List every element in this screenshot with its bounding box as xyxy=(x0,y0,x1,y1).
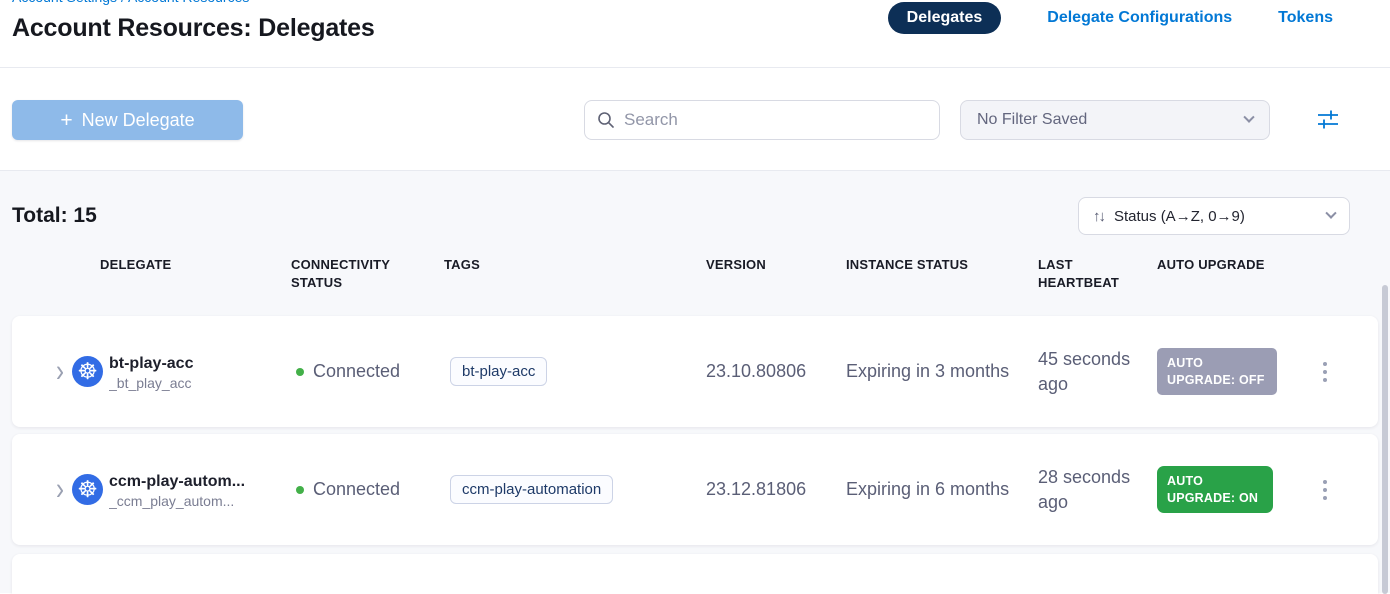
delegate-name[interactable]: bt-play-acc xyxy=(109,355,193,372)
saved-filter-dropdown[interactable]: No Filter Saved xyxy=(960,100,1270,140)
connectivity-cell: Connected xyxy=(291,361,444,382)
version-cell: 23.12.81806 xyxy=(706,479,846,500)
sort-value: Status (A→Z, 0→9) xyxy=(1114,208,1317,225)
column-header-version: VERSION xyxy=(706,256,846,274)
delegate-identifier: _bt_play_acc xyxy=(109,375,193,391)
toolbar: + New Delegate No Filter Saved xyxy=(0,68,1390,171)
new-delegate-button[interactable]: + New Delegate xyxy=(12,100,243,140)
column-header-connectivity-status: CONNECTIVITY STATUS xyxy=(291,256,444,291)
row-menu-cell xyxy=(1305,358,1378,386)
column-header-delegate: DELEGATE xyxy=(12,256,291,274)
tags-cell: bt-play-acc xyxy=(444,357,706,386)
version-cell: 23.10.80806 xyxy=(706,361,846,382)
column-header-last-heartbeat: LAST HEARTBEAT xyxy=(1038,256,1157,291)
expand-row-chevron-icon[interactable]: › xyxy=(56,474,64,505)
vertical-scrollbar[interactable] xyxy=(1382,285,1388,594)
connectivity-status: Connected xyxy=(313,361,400,382)
saved-filter-value: No Filter Saved xyxy=(977,111,1245,129)
auto-upgrade-cell: AUTO UPGRADE: ON xyxy=(1157,466,1305,513)
last-heartbeat-cell: 28 seconds ago xyxy=(1038,465,1157,514)
expand-row-chevron-icon[interactable]: › xyxy=(56,356,64,387)
chevron-down-icon xyxy=(1243,112,1254,123)
table-row[interactable]: › ☸ bt-play-acc _bt_play_acc Connected b… xyxy=(12,316,1378,427)
auto-upgrade-badge: AUTO UPGRADE: OFF xyxy=(1157,348,1277,395)
search-input[interactable] xyxy=(624,110,927,130)
summary-row: Total: 15 ↑↓ Status (A→Z, 0→9) xyxy=(12,171,1378,235)
connected-status-dot xyxy=(296,368,304,376)
connected-status-dot xyxy=(296,486,304,494)
tab-delegate-configurations[interactable]: Delegate Configurations xyxy=(1047,9,1232,27)
page-header: Account Settings / Account Resources Acc… xyxy=(0,0,1390,68)
tag-chip: ccm-play-automation xyxy=(450,475,613,504)
tab-tokens[interactable]: Tokens xyxy=(1278,9,1333,27)
kubernetes-icon: ☸ xyxy=(72,356,103,387)
kebab-menu-icon[interactable] xyxy=(1319,476,1331,504)
table-header-row: DELEGATE CONNECTIVITY STATUS TAGS VERSIO… xyxy=(12,256,1378,291)
tag-chip: bt-play-acc xyxy=(450,357,547,386)
delegate-identifier: _ccm_play_autom... xyxy=(109,493,245,509)
auto-upgrade-cell: AUTO UPGRADE: OFF xyxy=(1157,348,1305,395)
delegate-cell: › ☸ bt-play-acc _bt_play_acc xyxy=(12,352,291,391)
kubernetes-icon: ☸ xyxy=(72,474,103,505)
search-box[interactable] xyxy=(584,100,940,140)
column-header-tags: TAGS xyxy=(444,256,706,274)
column-header-instance-status: INSTANCE STATUS xyxy=(846,256,1038,274)
tab-delegates[interactable]: Delegates xyxy=(888,2,1002,34)
plus-icon: + xyxy=(60,110,72,131)
resource-tabs: Delegates Delegate Configurations Tokens xyxy=(888,2,1333,34)
connectivity-status: Connected xyxy=(313,479,400,500)
table-row-partial[interactable] xyxy=(12,554,1378,594)
tags-cell: ccm-play-automation xyxy=(444,475,706,504)
instance-status-cell: Expiring in 6 months xyxy=(846,479,1038,500)
column-header-auto-upgrade: AUTO UPGRADE xyxy=(1157,256,1305,274)
chevron-down-icon xyxy=(1325,208,1336,219)
last-heartbeat-cell: 45 seconds ago xyxy=(1038,347,1157,396)
auto-upgrade-badge: AUTO UPGRADE: ON xyxy=(1157,466,1273,513)
sort-arrows-icon: ↑↓ xyxy=(1093,208,1104,225)
new-delegate-label: New Delegate xyxy=(82,110,195,131)
filter-sliders-icon xyxy=(1316,108,1340,130)
total-count-label: Total: 15 xyxy=(12,204,97,228)
filter-settings-button[interactable] xyxy=(1314,108,1342,132)
table-row[interactable]: › ☸ ccm-play-autom... _ccm_play_autom...… xyxy=(12,434,1378,545)
search-icon xyxy=(597,111,615,129)
kebab-menu-icon[interactable] xyxy=(1319,358,1331,386)
delegate-name[interactable]: ccm-play-autom... xyxy=(109,473,245,490)
delegate-cell: › ☸ ccm-play-autom... _ccm_play_autom... xyxy=(12,470,291,509)
instance-status-cell: Expiring in 3 months xyxy=(846,361,1038,382)
delegates-list-section: Total: 15 ↑↓ Status (A→Z, 0→9) DELEGATE … xyxy=(0,171,1390,593)
row-menu-cell xyxy=(1305,476,1378,504)
sort-dropdown[interactable]: ↑↓ Status (A→Z, 0→9) xyxy=(1078,197,1350,235)
connectivity-cell: Connected xyxy=(291,479,444,500)
